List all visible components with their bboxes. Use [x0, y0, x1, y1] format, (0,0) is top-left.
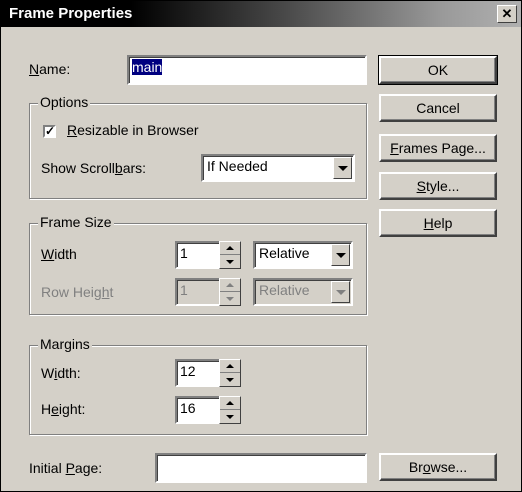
initial-page-label-pre: Initial: [29, 460, 66, 476]
ok-label: OK: [427, 62, 449, 78]
scrollbars-label-mnemonic: b: [114, 160, 123, 176]
style-mnemonic: S: [416, 178, 426, 194]
resizable-label-post: esizable in Browser: [77, 122, 199, 138]
row-height-unit-select: Relative: [253, 278, 353, 306]
resizable-label[interactable]: Resizable in Browser: [67, 122, 199, 138]
frame-width-label: Width: [41, 246, 77, 262]
resizable-label-mnemonic: R: [67, 122, 78, 138]
frames-page-button[interactable]: Frames Page...: [379, 134, 497, 162]
initial-page-label-mnemonic: P: [65, 460, 75, 476]
row-height-spinner: [219, 278, 241, 306]
window-title: Frame Properties: [9, 5, 133, 22]
chevron-down-icon[interactable]: [331, 244, 350, 266]
name-label-mnemonic: N: [29, 61, 40, 77]
help-mnemonic: H: [423, 215, 434, 231]
frame-size-legend: Frame Size: [38, 214, 114, 230]
close-icon[interactable]: ✕: [497, 5, 517, 23]
scrollbars-label: Show Scrollbars:: [41, 160, 146, 176]
frame-properties-dialog: Frame Properties ✕ Name: main Options ✓ …: [0, 0, 522, 492]
browse-label-pre: Br: [408, 459, 423, 475]
spin-up-icon[interactable]: [220, 397, 240, 410]
spin-down-icon[interactable]: [220, 373, 240, 386]
help-label: elp: [433, 215, 453, 231]
row-height-label-post: t: [109, 284, 114, 300]
browse-button[interactable]: Browse...: [379, 453, 497, 481]
chevron-down-icon[interactable]: [333, 157, 352, 179]
frame-width-unit-value: Relative: [259, 245, 310, 261]
row-height-unit-value: Relative: [259, 282, 310, 298]
margin-height-input[interactable]: 16: [175, 396, 221, 424]
name-input-value: main: [132, 59, 163, 75]
title-bar[interactable]: Frame Properties ✕: [1, 1, 521, 27]
margins-legend: Margins: [38, 336, 92, 352]
row-height-label: Row Height: [41, 284, 113, 300]
spin-up-icon[interactable]: [220, 360, 240, 373]
spin-up-icon: [220, 279, 240, 292]
initial-page-input[interactable]: [155, 453, 367, 483]
cancel-label: Cancel: [416, 100, 460, 116]
options-legend: Options: [38, 94, 91, 110]
name-label: Name:: [29, 61, 70, 77]
scrollbars-select-value: If Needed: [207, 158, 268, 174]
ok-button[interactable]: OK: [378, 55, 498, 85]
row-height-label-pre: Row Heig: [41, 284, 102, 300]
margin-width-input[interactable]: 12: [175, 359, 221, 387]
frames-page-label: rames Page...: [398, 140, 486, 156]
initial-page-label: Initial Page:: [29, 460, 102, 476]
margin-height-label: Height:: [41, 401, 85, 417]
margin-width-label-post: dth:: [57, 365, 81, 381]
style-label: tyle...: [425, 178, 460, 194]
options-group: Options: [29, 94, 367, 199]
check-icon: ✓: [45, 124, 56, 138]
spin-down-icon[interactable]: [220, 255, 240, 268]
margin-height-spinner[interactable]: [219, 396, 241, 424]
browse-mnemonic: o: [422, 459, 431, 475]
style-button[interactable]: Style...: [379, 172, 497, 200]
browse-label: wse...: [430, 459, 468, 475]
chevron-down-icon: [331, 281, 350, 303]
margin-height-label-pre: H: [41, 401, 52, 417]
resizable-checkbox[interactable]: ✓: [43, 125, 56, 138]
row-height-label-mnemonic: h: [101, 284, 110, 300]
help-button[interactable]: Help: [379, 209, 497, 237]
name-label-post: ame:: [39, 61, 71, 77]
frames-page-mnemonic: F: [390, 140, 399, 156]
margin-width-label: Width:: [41, 365, 81, 381]
frame-width-unit-select[interactable]: Relative: [253, 241, 353, 269]
frame-width-label-mnemonic: W: [41, 246, 55, 262]
name-input[interactable]: main: [127, 55, 367, 85]
scrollbars-label-pre: Show Scroll: [41, 160, 115, 176]
frame-width-input[interactable]: 1: [175, 241, 221, 269]
spin-down-icon[interactable]: [220, 410, 240, 423]
frame-width-label-post: idth: [54, 246, 77, 262]
margin-width-label-pre: W: [41, 365, 55, 381]
frame-width-spinner[interactable]: [219, 241, 241, 269]
cancel-button[interactable]: Cancel: [379, 94, 497, 122]
spin-down-icon: [220, 292, 240, 305]
margin-height-label-mnemonic: e: [51, 401, 59, 417]
margin-width-spinner[interactable]: [219, 359, 241, 387]
spin-up-icon[interactable]: [220, 242, 240, 255]
scrollbars-label-post: ars:: [122, 160, 147, 176]
margin-height-label-post: ight:: [58, 401, 86, 417]
initial-page-label-post: age:: [74, 460, 103, 476]
row-height-input: 1: [175, 278, 221, 306]
scrollbars-select[interactable]: If Needed: [201, 154, 355, 182]
